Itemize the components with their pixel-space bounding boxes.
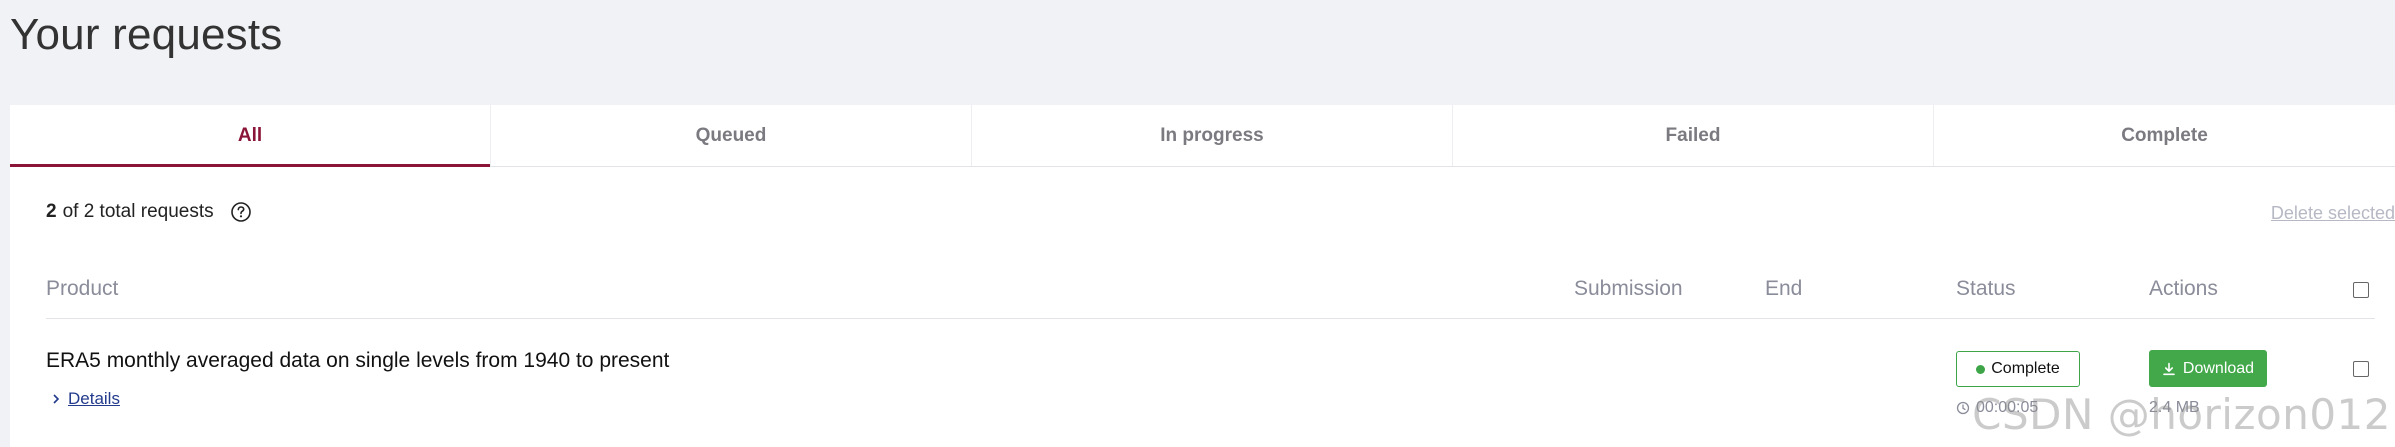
clock-icon: [1956, 401, 1970, 415]
download-icon: [2163, 362, 2175, 375]
status-label: Complete: [1991, 360, 2060, 377]
total-count-text: of 2 total requests: [62, 201, 214, 222]
requests-panel: All Queued In progress Failed Complete 2…: [10, 105, 2395, 447]
request-duration: 00:00:05: [1956, 399, 2038, 417]
column-header-product: Product: [46, 277, 119, 300]
shown-count: 2: [46, 201, 57, 222]
file-size: 2.4 MB: [2149, 399, 2200, 416]
details-toggle[interactable]: Details: [50, 389, 120, 409]
tab-all[interactable]: All: [10, 105, 491, 167]
tab-in-progress[interactable]: In progress: [972, 105, 1453, 166]
row-select-checkbox[interactable]: [2353, 361, 2369, 377]
tab-complete[interactable]: Complete: [1934, 105, 2395, 166]
column-header-actions: Actions: [2149, 277, 2218, 300]
page-title: Your requests: [10, 10, 283, 59]
column-header-submission: Submission: [1574, 277, 1683, 300]
download-button[interactable]: Download: [2149, 350, 2267, 387]
column-header-end: End: [1765, 277, 1803, 300]
request-count-summary: 2 of 2 total requests: [46, 201, 252, 223]
column-header-status: Status: [1956, 277, 2016, 300]
duration-value: 00:00:05: [1976, 399, 2039, 416]
status-badge: Complete: [1956, 351, 2080, 387]
product-name: ERA5 monthly averaged data on single lev…: [46, 349, 670, 372]
select-all-checkbox[interactable]: [2353, 282, 2369, 298]
download-label[interactable]: Download: [2183, 360, 2254, 378]
chevron-right-icon: [50, 393, 62, 405]
status-dot-icon: [1976, 364, 1986, 374]
header-divider: [46, 318, 2375, 319]
status-tabs: All Queued In progress Failed Complete: [10, 105, 2395, 167]
tab-queued[interactable]: Queued: [491, 105, 972, 166]
help-circle-icon[interactable]: [230, 201, 252, 223]
details-link-label[interactable]: Details: [68, 389, 120, 409]
tab-failed[interactable]: Failed: [1453, 105, 1934, 166]
delete-selected-button[interactable]: Delete selected: [2271, 203, 2395, 224]
